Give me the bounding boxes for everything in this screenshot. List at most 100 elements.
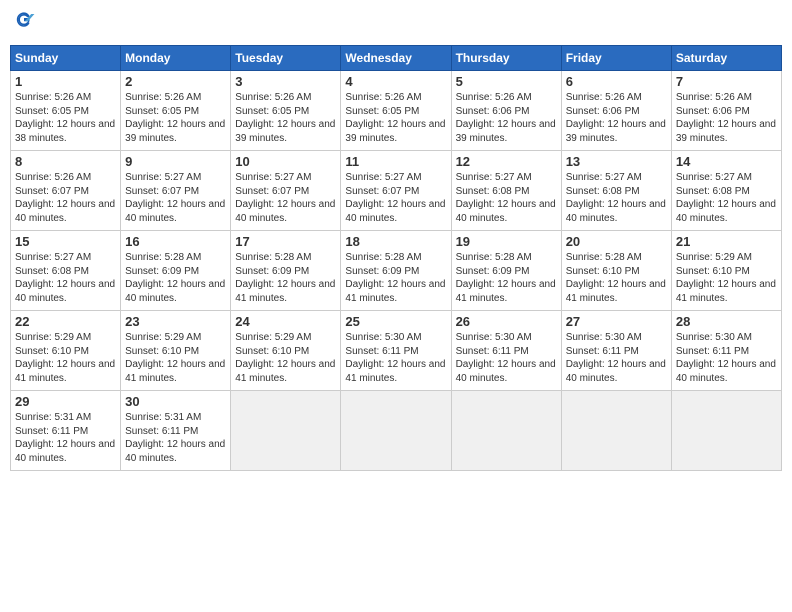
day-info: Sunrise: 5:30 AM Sunset: 6:11 PM Dayligh…: [676, 331, 777, 385]
empty-cell: [231, 391, 341, 471]
day-number: 12: [456, 154, 557, 169]
day-cell-28: 28 Sunrise: 5:30 AM Sunset: 6:11 PM Dayl…: [671, 311, 781, 391]
day-info: Sunrise: 5:26 AM Sunset: 6:05 PM Dayligh…: [125, 91, 226, 145]
day-info: Sunrise: 5:29 AM Sunset: 6:10 PM Dayligh…: [15, 331, 116, 385]
day-cell-18: 18 Sunrise: 5:28 AM Sunset: 6:09 PM Dayl…: [341, 231, 451, 311]
day-cell-15: 15 Sunrise: 5:27 AM Sunset: 6:08 PM Dayl…: [11, 231, 121, 311]
day-number: 24: [235, 314, 336, 329]
day-info: Sunrise: 5:31 AM Sunset: 6:11 PM Dayligh…: [15, 411, 116, 465]
day-info: Sunrise: 5:29 AM Sunset: 6:10 PM Dayligh…: [125, 331, 226, 385]
empty-cell: [671, 391, 781, 471]
day-cell-7: 7 Sunrise: 5:26 AM Sunset: 6:06 PM Dayli…: [671, 71, 781, 151]
day-info: Sunrise: 5:30 AM Sunset: 6:11 PM Dayligh…: [345, 331, 446, 385]
day-cell-10: 10 Sunrise: 5:27 AM Sunset: 6:07 PM Dayl…: [231, 151, 341, 231]
day-cell-1: 1 Sunrise: 5:26 AM Sunset: 6:05 PM Dayli…: [11, 71, 121, 151]
day-number: 7: [676, 74, 777, 89]
header-monday: Monday: [121, 46, 231, 71]
day-cell-27: 27 Sunrise: 5:30 AM Sunset: 6:11 PM Dayl…: [561, 311, 671, 391]
day-info: Sunrise: 5:26 AM Sunset: 6:05 PM Dayligh…: [345, 91, 446, 145]
day-info: Sunrise: 5:29 AM Sunset: 6:10 PM Dayligh…: [235, 331, 336, 385]
day-cell-22: 22 Sunrise: 5:29 AM Sunset: 6:10 PM Dayl…: [11, 311, 121, 391]
day-cell-5: 5 Sunrise: 5:26 AM Sunset: 6:06 PM Dayli…: [451, 71, 561, 151]
day-cell-3: 3 Sunrise: 5:26 AM Sunset: 6:05 PM Dayli…: [231, 71, 341, 151]
day-number: 23: [125, 314, 226, 329]
day-number: 5: [456, 74, 557, 89]
calendar-week-4: 22 Sunrise: 5:29 AM Sunset: 6:10 PM Dayl…: [11, 311, 782, 391]
day-info: Sunrise: 5:28 AM Sunset: 6:10 PM Dayligh…: [566, 251, 667, 305]
day-cell-16: 16 Sunrise: 5:28 AM Sunset: 6:09 PM Dayl…: [121, 231, 231, 311]
header-tuesday: Tuesday: [231, 46, 341, 71]
page-header: [10, 10, 782, 39]
day-number: 19: [456, 234, 557, 249]
day-cell-9: 9 Sunrise: 5:27 AM Sunset: 6:07 PM Dayli…: [121, 151, 231, 231]
day-number: 17: [235, 234, 336, 249]
day-number: 9: [125, 154, 226, 169]
day-number: 30: [125, 394, 226, 409]
day-number: 8: [15, 154, 116, 169]
day-info: Sunrise: 5:27 AM Sunset: 6:08 PM Dayligh…: [676, 171, 777, 225]
day-number: 4: [345, 74, 446, 89]
calendar-week-5: 29 Sunrise: 5:31 AM Sunset: 6:11 PM Dayl…: [11, 391, 782, 471]
day-info: Sunrise: 5:30 AM Sunset: 6:11 PM Dayligh…: [566, 331, 667, 385]
day-info: Sunrise: 5:27 AM Sunset: 6:07 PM Dayligh…: [125, 171, 226, 225]
day-number: 13: [566, 154, 667, 169]
day-number: 27: [566, 314, 667, 329]
day-cell-11: 11 Sunrise: 5:27 AM Sunset: 6:07 PM Dayl…: [341, 151, 451, 231]
day-info: Sunrise: 5:29 AM Sunset: 6:10 PM Dayligh…: [676, 251, 777, 305]
day-info: Sunrise: 5:27 AM Sunset: 6:07 PM Dayligh…: [235, 171, 336, 225]
day-info: Sunrise: 5:26 AM Sunset: 6:06 PM Dayligh…: [676, 91, 777, 145]
calendar: SundayMondayTuesdayWednesdayThursdayFrid…: [10, 45, 782, 471]
day-cell-25: 25 Sunrise: 5:30 AM Sunset: 6:11 PM Dayl…: [341, 311, 451, 391]
day-cell-30: 30 Sunrise: 5:31 AM Sunset: 6:11 PM Dayl…: [121, 391, 231, 471]
day-number: 26: [456, 314, 557, 329]
day-info: Sunrise: 5:27 AM Sunset: 6:07 PM Dayligh…: [345, 171, 446, 225]
day-info: Sunrise: 5:27 AM Sunset: 6:08 PM Dayligh…: [566, 171, 667, 225]
day-number: 18: [345, 234, 446, 249]
day-info: Sunrise: 5:26 AM Sunset: 6:07 PM Dayligh…: [15, 171, 116, 225]
day-number: 1: [15, 74, 116, 89]
day-number: 16: [125, 234, 226, 249]
day-cell-19: 19 Sunrise: 5:28 AM Sunset: 6:09 PM Dayl…: [451, 231, 561, 311]
logo-icon: [12, 10, 36, 34]
empty-cell: [451, 391, 561, 471]
day-cell-23: 23 Sunrise: 5:29 AM Sunset: 6:10 PM Dayl…: [121, 311, 231, 391]
header-friday: Friday: [561, 46, 671, 71]
calendar-week-3: 15 Sunrise: 5:27 AM Sunset: 6:08 PM Dayl…: [11, 231, 782, 311]
calendar-week-1: 1 Sunrise: 5:26 AM Sunset: 6:05 PM Dayli…: [11, 71, 782, 151]
header-saturday: Saturday: [671, 46, 781, 71]
empty-cell: [561, 391, 671, 471]
day-cell-8: 8 Sunrise: 5:26 AM Sunset: 6:07 PM Dayli…: [11, 151, 121, 231]
calendar-week-2: 8 Sunrise: 5:26 AM Sunset: 6:07 PM Dayli…: [11, 151, 782, 231]
day-number: 14: [676, 154, 777, 169]
day-info: Sunrise: 5:27 AM Sunset: 6:08 PM Dayligh…: [15, 251, 116, 305]
header-thursday: Thursday: [451, 46, 561, 71]
logo: [10, 10, 36, 39]
day-info: Sunrise: 5:26 AM Sunset: 6:06 PM Dayligh…: [456, 91, 557, 145]
day-info: Sunrise: 5:26 AM Sunset: 6:06 PM Dayligh…: [566, 91, 667, 145]
day-info: Sunrise: 5:30 AM Sunset: 6:11 PM Dayligh…: [456, 331, 557, 385]
day-info: Sunrise: 5:28 AM Sunset: 6:09 PM Dayligh…: [456, 251, 557, 305]
header-sunday: Sunday: [11, 46, 121, 71]
day-cell-14: 14 Sunrise: 5:27 AM Sunset: 6:08 PM Dayl…: [671, 151, 781, 231]
day-cell-4: 4 Sunrise: 5:26 AM Sunset: 6:05 PM Dayli…: [341, 71, 451, 151]
calendar-header-row: SundayMondayTuesdayWednesdayThursdayFrid…: [11, 46, 782, 71]
day-number: 29: [15, 394, 116, 409]
day-cell-17: 17 Sunrise: 5:28 AM Sunset: 6:09 PM Dayl…: [231, 231, 341, 311]
day-info: Sunrise: 5:26 AM Sunset: 6:05 PM Dayligh…: [235, 91, 336, 145]
day-number: 22: [15, 314, 116, 329]
day-cell-24: 24 Sunrise: 5:29 AM Sunset: 6:10 PM Dayl…: [231, 311, 341, 391]
day-cell-20: 20 Sunrise: 5:28 AM Sunset: 6:10 PM Dayl…: [561, 231, 671, 311]
day-info: Sunrise: 5:28 AM Sunset: 6:09 PM Dayligh…: [125, 251, 226, 305]
day-cell-12: 12 Sunrise: 5:27 AM Sunset: 6:08 PM Dayl…: [451, 151, 561, 231]
header-wednesday: Wednesday: [341, 46, 451, 71]
day-cell-2: 2 Sunrise: 5:26 AM Sunset: 6:05 PM Dayli…: [121, 71, 231, 151]
day-number: 2: [125, 74, 226, 89]
day-cell-26: 26 Sunrise: 5:30 AM Sunset: 6:11 PM Dayl…: [451, 311, 561, 391]
day-number: 20: [566, 234, 667, 249]
day-info: Sunrise: 5:26 AM Sunset: 6:05 PM Dayligh…: [15, 91, 116, 145]
day-number: 6: [566, 74, 667, 89]
day-cell-29: 29 Sunrise: 5:31 AM Sunset: 6:11 PM Dayl…: [11, 391, 121, 471]
day-number: 25: [345, 314, 446, 329]
day-cell-13: 13 Sunrise: 5:27 AM Sunset: 6:08 PM Dayl…: [561, 151, 671, 231]
day-number: 15: [15, 234, 116, 249]
